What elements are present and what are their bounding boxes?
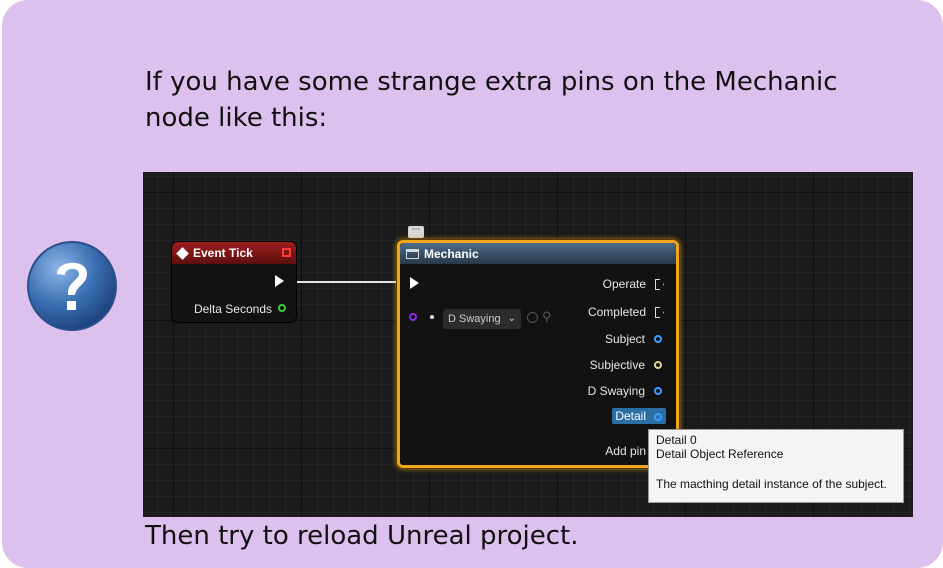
operate-label: Operate bbox=[602, 277, 646, 291]
event-tick-title: Event Tick bbox=[193, 246, 253, 260]
chevron-down-icon: ⌄ bbox=[507, 313, 516, 324]
input-object-pin[interactable] bbox=[409, 313, 417, 321]
mechanic-node[interactable]: Mechanic D Swaying ⌄ ⚲ Operate Completed… bbox=[397, 240, 679, 468]
comment-bubble-icon[interactable]: ··· bbox=[408, 226, 424, 238]
pin-tooltip: Detail 0 Detail Object Reference The mac… bbox=[648, 429, 904, 503]
exec-out-pin[interactable] bbox=[275, 275, 284, 287]
dropdown-value: D Swaying bbox=[448, 313, 501, 325]
subject-pin[interactable] bbox=[654, 335, 662, 343]
function-icon bbox=[406, 248, 419, 259]
mechanic-title: Mechanic bbox=[424, 246, 479, 261]
exec-in-pin[interactable] bbox=[410, 277, 419, 289]
operate-exec-pin[interactable] bbox=[655, 279, 664, 290]
add-pin-button[interactable]: Add pin bbox=[605, 444, 646, 458]
completed-label: Completed bbox=[587, 305, 646, 319]
completed-exec-pin[interactable] bbox=[655, 307, 664, 318]
tooltip-line-2: Detail Object Reference bbox=[656, 447, 784, 461]
event-tick-header[interactable]: Event Tick bbox=[172, 242, 296, 264]
delta-seconds-pin[interactable] bbox=[278, 304, 286, 312]
event-diamond-icon bbox=[176, 246, 189, 260]
intro-text: If you have some strange extra pins on t… bbox=[145, 67, 838, 133]
exec-wire bbox=[296, 281, 400, 283]
search-icon[interactable]: ⚲ bbox=[542, 309, 552, 325]
tooltip-line-3: The macthing detail instance of the subj… bbox=[656, 477, 887, 491]
delegate-pin-icon[interactable] bbox=[282, 248, 291, 257]
question-mark-icon bbox=[27, 241, 117, 331]
detail-label: Detail bbox=[615, 409, 646, 423]
reset-icon[interactable] bbox=[527, 312, 538, 323]
detail-pin[interactable] bbox=[654, 413, 662, 421]
d-swaying-pin[interactable] bbox=[654, 387, 662, 395]
subjective-pin[interactable] bbox=[654, 361, 662, 369]
pin-dot-icon bbox=[430, 315, 434, 319]
swaying-dropdown[interactable]: D Swaying ⌄ bbox=[443, 309, 521, 329]
tooltip-line-1: Detail 0 bbox=[656, 433, 697, 447]
outro-text: Then try to reload Unreal project. bbox=[145, 521, 579, 551]
subject-label: Subject bbox=[604, 332, 645, 346]
d-swaying-label: D Swaying bbox=[587, 384, 645, 398]
mechanic-header[interactable]: Mechanic bbox=[400, 243, 676, 264]
event-tick-node[interactable]: Event Tick Delta Seconds bbox=[172, 242, 296, 322]
blueprint-graph[interactable]: Event Tick Delta Seconds ··· Mechanic D … bbox=[143, 172, 913, 517]
delta-seconds-label: Delta Seconds bbox=[193, 302, 272, 316]
subjective-label: Subjective bbox=[589, 358, 645, 372]
